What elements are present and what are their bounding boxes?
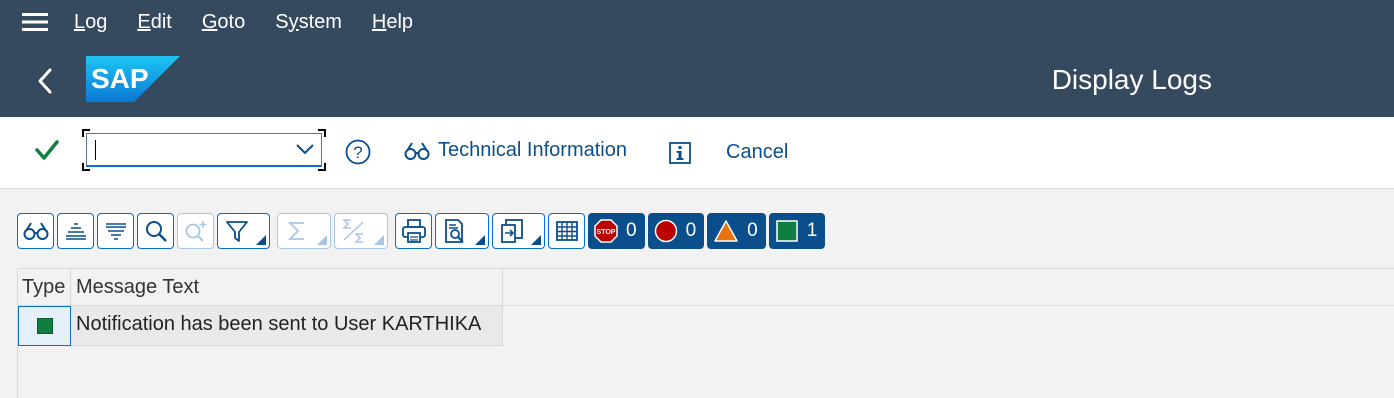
error-filter-button[interactable]: 0 xyxy=(647,213,705,249)
sort-descending-button[interactable] xyxy=(97,213,134,249)
find-button[interactable] xyxy=(137,213,174,249)
filter-button[interactable] xyxy=(217,213,270,249)
warning-triangle-icon xyxy=(714,220,738,242)
checkmark-icon xyxy=(35,140,59,160)
technical-information-label: Technical Information xyxy=(438,139,627,161)
binoculars-icon xyxy=(404,141,430,160)
cell-type[interactable] xyxy=(18,306,71,346)
back-button[interactable] xyxy=(30,64,60,98)
sum-icon xyxy=(287,222,304,240)
print-preview-button[interactable] xyxy=(435,213,489,249)
filter-icon xyxy=(225,221,248,242)
sap-logo: SAP xyxy=(86,56,180,102)
table-row[interactable]: Notification has been sent to User KARTH… xyxy=(18,306,503,346)
printer-icon xyxy=(401,219,426,243)
menu-edit-mnemonic: E xyxy=(137,10,151,33)
chevron-left-icon xyxy=(38,68,52,94)
export-icon xyxy=(500,219,523,243)
grid-header: Type Message Text xyxy=(18,268,1394,307)
details-button[interactable] xyxy=(17,213,54,249)
menu-hamburger-icon[interactable] xyxy=(0,0,70,44)
print-button[interactable] xyxy=(395,213,432,249)
column-header-message-text[interactable]: Message Text xyxy=(71,269,503,307)
print-preview-icon xyxy=(445,219,464,243)
dropdown-arrow-icon xyxy=(374,235,384,245)
dropdown-arrow-icon xyxy=(475,235,485,245)
warning-count: 0 xyxy=(747,220,758,241)
command-field-wrapper xyxy=(82,129,326,171)
command-field[interactable] xyxy=(86,133,322,167)
menu-bar: Log Edit Goto System Help xyxy=(0,0,1394,44)
success-count: 1 xyxy=(806,220,818,241)
menu-help-mnemonic: H xyxy=(371,10,387,33)
page-title: Display Logs xyxy=(1051,64,1212,95)
menu-goto-mnemonic: G xyxy=(201,10,218,33)
export-button[interactable] xyxy=(492,213,545,249)
menu-log[interactable]: Log xyxy=(74,11,107,34)
svg-text:SAP: SAP xyxy=(91,63,149,94)
svg-text:?: ? xyxy=(353,143,362,162)
find-next-button[interactable] xyxy=(177,213,214,249)
log-grid: Type Message Text Notification has been … xyxy=(17,268,1394,398)
info-icon xyxy=(669,142,691,164)
shell-header: SAP Display Logs xyxy=(0,44,1394,117)
menu-system[interactable]: System xyxy=(275,11,342,34)
question-circle-icon: ? xyxy=(345,139,371,165)
total-button[interactable] xyxy=(277,213,331,249)
search-next-icon xyxy=(185,221,206,242)
subtotal-icon xyxy=(342,219,364,243)
dropdown-arrow-icon xyxy=(256,235,266,245)
menu-help[interactable]: Help xyxy=(372,11,413,34)
stop-error-filter-button[interactable]: STOP 0 xyxy=(588,213,645,249)
warning-filter-button[interactable]: 0 xyxy=(707,213,766,249)
grid-layout-icon xyxy=(555,221,578,241)
enter-button[interactable] xyxy=(34,137,64,167)
alv-toolbar: STOP 0 0 0 1 xyxy=(17,213,828,249)
stop-sign-icon: STOP xyxy=(594,219,618,243)
help-button[interactable]: ? xyxy=(345,139,371,165)
menu-goto-label: oto xyxy=(217,10,246,33)
cancel-button[interactable]: Cancel xyxy=(726,141,788,164)
cell-message-text[interactable]: Notification has been sent to User KARTH… xyxy=(71,306,503,346)
app-toolbar: ? Technical Information Cancel xyxy=(0,117,1394,189)
menu-log-mnemonic: L xyxy=(74,10,86,33)
menu-goto[interactable]: Goto xyxy=(202,11,245,34)
text-cursor xyxy=(95,140,96,160)
layout-button[interactable] xyxy=(548,213,585,249)
sort-descending-icon xyxy=(105,223,126,240)
dropdown-arrow-icon xyxy=(531,235,541,245)
dropdown-arrow-icon xyxy=(317,235,327,245)
technical-information-button[interactable]: Technical Information xyxy=(404,139,627,162)
menu-system-label: System xyxy=(275,10,342,33)
success-filter-button[interactable]: 1 xyxy=(768,213,826,249)
menu-log-label: og xyxy=(85,10,108,33)
sort-ascending-icon xyxy=(65,223,86,240)
binoculars-icon xyxy=(23,222,48,240)
success-square-icon xyxy=(36,318,53,334)
menu-edit-label: dit xyxy=(150,10,172,33)
chevron-down-icon[interactable] xyxy=(295,142,315,160)
menu-help-label: elp xyxy=(386,10,414,33)
error-circle-icon xyxy=(654,219,677,243)
subtotal-button[interactable] xyxy=(334,213,388,249)
menu-edit[interactable]: Edit xyxy=(137,11,171,34)
svg-text:STOP: STOP xyxy=(597,229,616,236)
info-button[interactable] xyxy=(668,141,692,165)
error-count: 0 xyxy=(685,220,697,241)
success-square-icon xyxy=(775,220,798,242)
search-icon xyxy=(145,221,167,242)
column-header-type[interactable]: Type xyxy=(18,269,71,307)
sort-ascending-button[interactable] xyxy=(57,213,94,249)
command-input[interactable] xyxy=(93,138,283,162)
stop-error-count: 0 xyxy=(626,220,637,241)
